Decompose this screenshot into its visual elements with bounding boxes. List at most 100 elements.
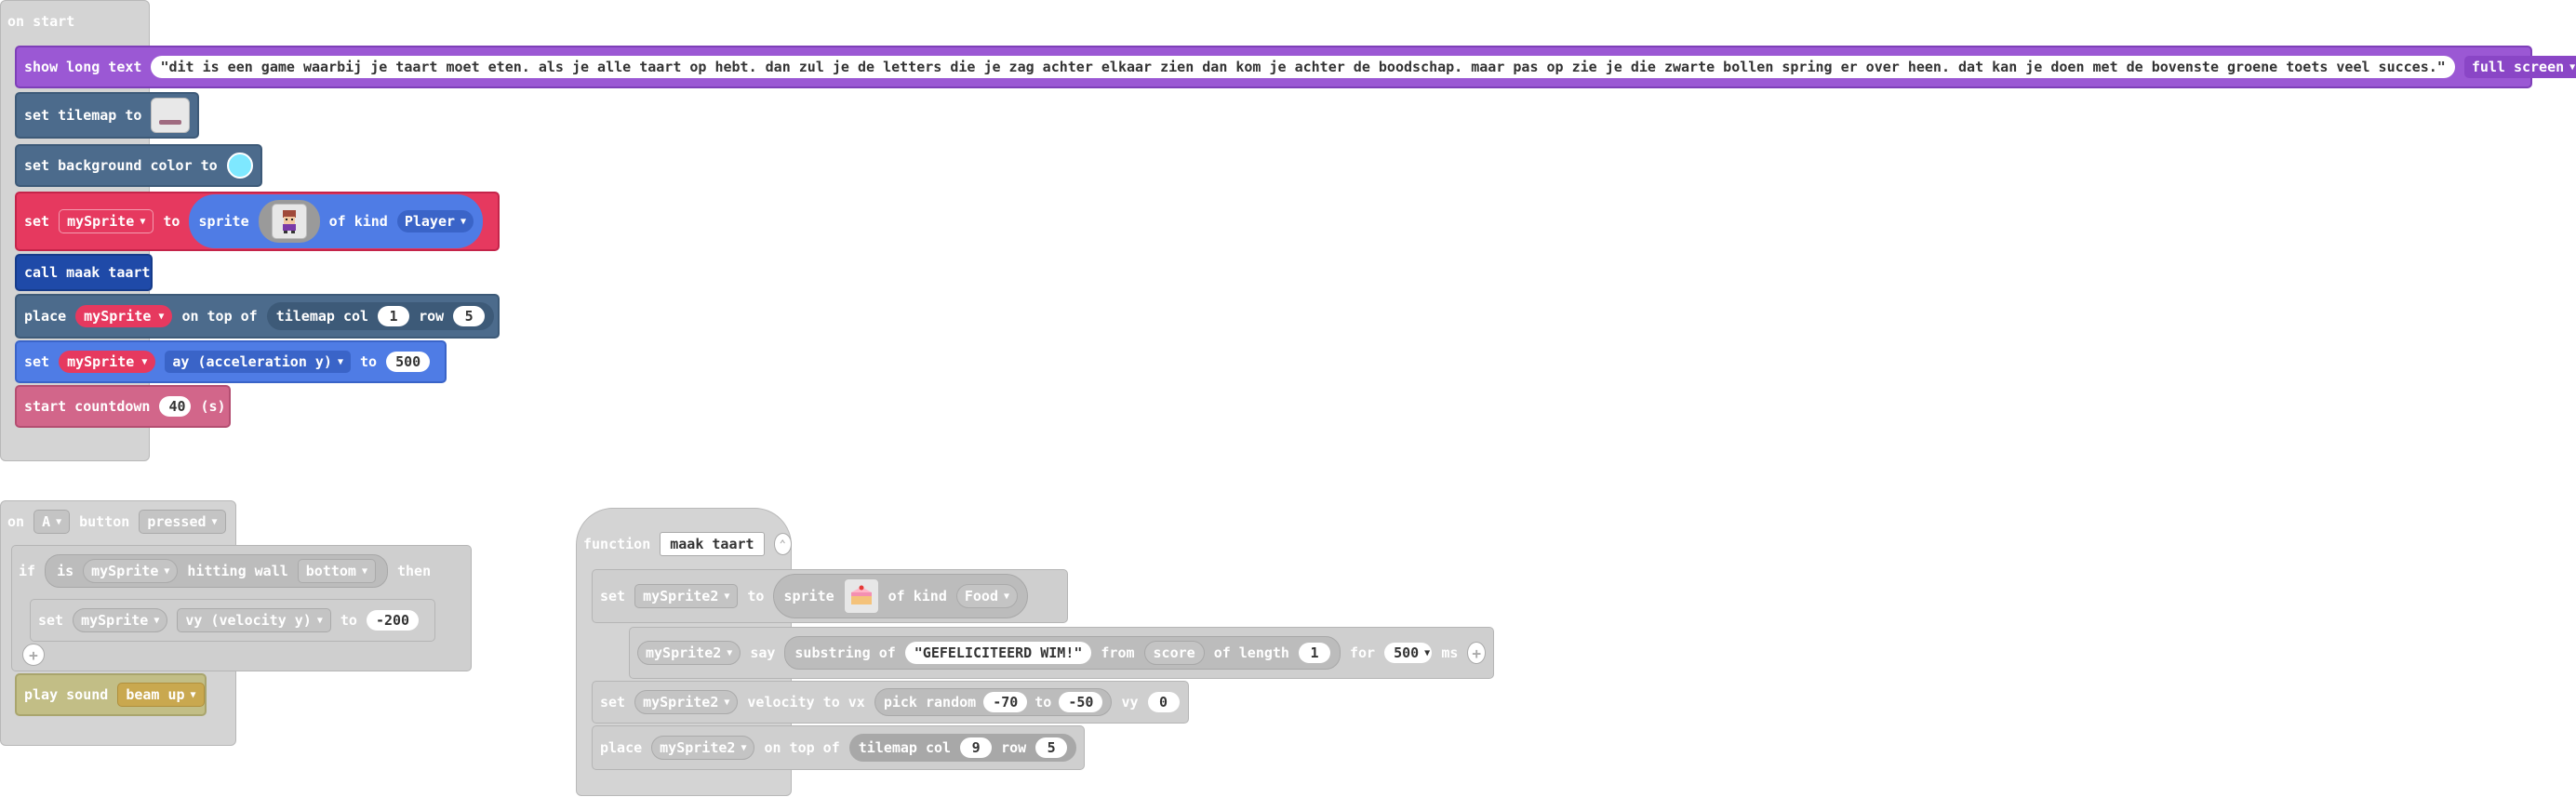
on-start-label: on start [7,13,75,30]
set-tilemap-block[interactable]: set tilemap to [15,92,199,139]
play-sound-block[interactable]: play sound beam up ▼ [15,673,207,716]
kind-value: Food [964,588,998,604]
tilemap-col-label: tilemap col [858,739,952,756]
sprite-image-slot[interactable] [258,200,320,243]
chevron-down-icon: ▼ [2569,61,2576,73]
kind-dropdown[interactable]: Player ▼ [396,210,474,232]
variable-value: mySprite [67,213,135,230]
row-input[interactable]: 5 [453,306,486,326]
variable-dropdown[interactable]: mySprite ▼ [83,559,179,583]
chevron-down-icon: ▼ [337,356,343,367]
variable-value: mySprite2 [643,694,719,711]
to-label: to [1034,694,1052,711]
function-name-input[interactable]: maak taart [660,532,765,556]
velocity-input[interactable]: -200 [366,610,420,631]
variable-dropdown[interactable]: mySprite ▼ [73,608,168,632]
variable-dropdown[interactable]: mySprite ▼ [59,209,154,233]
set-label: set [24,213,50,230]
sprite-of-kind-block[interactable]: sprite of kind Player ▼ [189,194,484,248]
chevron-down-icon: ▼ [361,565,367,577]
set-label: set [600,694,626,711]
on-label: on [7,513,25,530]
substring-text-input[interactable]: "GEFELICITEERD WIM!" [904,642,1092,664]
countdown-input[interactable]: 40 [159,396,192,417]
of-kind-label: of kind [328,213,388,230]
to-label: to [163,213,180,230]
cake-sprite-icon[interactable] [843,578,879,614]
event-dropdown[interactable]: pressed ▼ [139,510,226,534]
for-label: for [1349,644,1376,661]
substring-block[interactable]: substring of "GEFELICITEERD WIM!" from s… [784,636,1341,670]
tilemap-location-block[interactable]: tilemap col 1 row 5 [266,302,495,330]
long-text-input[interactable]: "dit is een game waarbij je taart moet e… [151,56,2455,78]
to-label: to [360,353,378,370]
event-value: pressed [147,513,207,530]
vy-input[interactable]: 0 [1147,692,1180,712]
dialog-mode-value: full screen [2471,59,2565,75]
duration-dropdown[interactable]: 500 ▼ [1384,643,1433,663]
say-block[interactable]: mySprite2 ▼ say substring of "GEFELICITE… [629,627,1494,679]
chevron-down-icon: ▼ [1004,591,1010,602]
show-long-text-block[interactable]: show long text "dit is een game waarbij … [15,46,2576,88]
add-icon[interactable]: + [1467,642,1486,664]
start-countdown-block[interactable]: start countdown 40 (s) [15,385,231,428]
if-label: if [19,563,36,579]
chevron-down-icon: ▼ [727,647,733,658]
set-acceleration-block[interactable]: set mySprite ▼ ay (acceleration y) ▼ to … [15,340,447,383]
score-reporter[interactable]: score [1143,641,1205,665]
kind-dropdown[interactable]: Food ▼ [955,584,1019,608]
wall-dropdown[interactable]: bottom ▼ [297,559,376,583]
set-sprite-block[interactable]: set mySprite ▼ to sprite of kind Player [15,192,500,251]
variable-value: mySprite2 [660,739,736,756]
chevron-down-icon: ▼ [153,615,160,626]
tilemap-location-block[interactable]: tilemap col 9 row 5 [848,734,1077,762]
variable-dropdown[interactable]: mySprite2 ▼ [637,641,741,665]
set-velocity-block[interactable]: set mySprite ▼ vy (velocity y) ▼ to -200 [30,599,435,642]
score-label: score [1153,644,1195,661]
col-input[interactable]: 9 [960,737,993,758]
length-input[interactable]: 1 [1298,643,1330,663]
background-color-picker[interactable] [226,153,253,179]
chevron-down-icon: ▼ [724,591,730,602]
pick-random-block[interactable]: pick random -70 to -50 [874,688,1113,716]
add-else-icon[interactable]: + [22,644,45,666]
set-label: set [24,353,50,370]
property-dropdown[interactable]: vy (velocity y) ▼ [177,608,331,632]
variable-dropdown[interactable]: mySprite2 ▼ [634,584,739,608]
property-dropdown[interactable]: ay (acceleration y) ▼ [165,351,351,373]
say-label: say [750,644,776,661]
pick-random-label: pick random [883,694,977,711]
variable-dropdown[interactable]: mySprite ▼ [75,305,173,327]
chevron-down-icon: ▼ [741,742,747,753]
variable-value: mySprite [67,353,135,370]
sprite-of-kind-block[interactable]: sprite of kind Food ▼ [773,574,1029,618]
acceleration-input[interactable]: 500 [386,352,431,372]
variable-value: mySprite2 [643,588,719,604]
property-value: vy (velocity y) [185,612,312,629]
tilemap-thumbnail[interactable] [151,98,190,133]
set-background-block[interactable]: set background color to [15,144,262,187]
variable-dropdown[interactable]: mySprite2 ▼ [651,736,755,760]
set-background-label: set background color to [24,157,218,174]
variable-dropdown[interactable]: mySprite2 ▼ [634,690,739,714]
dialog-mode-dropdown[interactable]: full screen ▼ [2463,56,2576,78]
button-dropdown[interactable]: A ▼ [33,510,71,534]
row-input[interactable]: 5 [1035,737,1068,758]
random-max-input[interactable]: -50 [1059,692,1103,712]
set-sprite2-block[interactable]: set mySprite2 ▼ to sprite of kind Food ▼ [592,569,1068,623]
place-label: place [600,739,643,756]
from-label: from [1101,644,1135,661]
sound-dropdown[interactable]: beam up ▼ [117,683,205,707]
col-input[interactable]: 1 [378,306,410,326]
place-sprite-block[interactable]: place mySprite ▼ on top of tilemap col 1… [15,294,500,339]
variable-dropdown[interactable]: mySprite ▼ [59,351,156,373]
place-sprite2-block[interactable]: place mySprite2 ▼ on top of tilemap col … [592,725,1085,770]
place-label: place [24,308,67,325]
set-velocity2-block[interactable]: set mySprite2 ▼ velocity to vx pick rand… [592,681,1189,724]
call-function-block[interactable]: call maak taart [15,254,153,291]
collapse-icon[interactable]: ⌃ [773,533,792,555]
variable-value: mySprite [84,308,152,325]
random-min-input[interactable]: -70 [983,692,1028,712]
sprite-label: sprite [198,213,249,230]
hitting-wall-condition[interactable]: is mySprite ▼ hitting wall bottom ▼ [45,554,388,588]
